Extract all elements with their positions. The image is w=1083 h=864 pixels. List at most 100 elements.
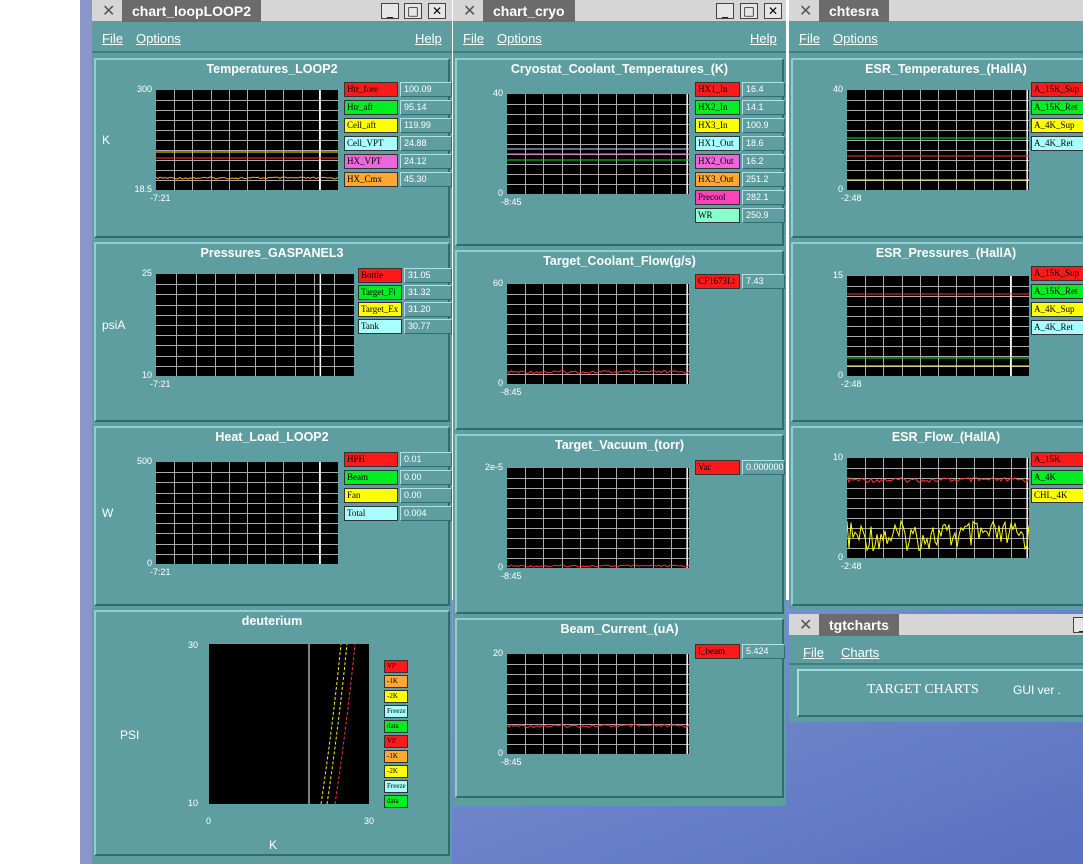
- legend-entry[interactable]: Target_Ex: [358, 302, 402, 317]
- legend-entry[interactable]: CF1673Lt: [695, 274, 740, 289]
- legend-entry[interactable]: HX_Cmx: [344, 172, 398, 187]
- menu-options[interactable]: Options: [833, 31, 878, 46]
- legend-entry[interactable]: data: [384, 720, 408, 733]
- x-logo-icon[interactable]: ✕: [799, 615, 812, 634]
- x-logo-icon[interactable]: ✕: [799, 1, 812, 20]
- legend-entry[interactable]: -1K: [384, 675, 408, 688]
- legend-entry[interactable]: -1K: [384, 750, 408, 763]
- legend-entry[interactable]: data: [384, 795, 408, 808]
- chtesra-titlebar[interactable]: ✕ chtesra: [789, 0, 1083, 22]
- plot-grid: [507, 284, 689, 384]
- plot-area[interactable]: [507, 94, 689, 194]
- menu-file[interactable]: File: [799, 31, 820, 46]
- menu-file[interactable]: File: [803, 645, 824, 660]
- legend-entry[interactable]: HPH: [344, 452, 398, 467]
- maximize-button[interactable]: □: [740, 3, 758, 19]
- legend-entry[interactable]: HX1_In: [695, 82, 740, 97]
- legend-entry[interactable]: Tank: [358, 319, 402, 334]
- legend-entry[interactable]: I_beam: [695, 644, 740, 659]
- legend-entry[interactable]: Total: [344, 506, 398, 521]
- close-button[interactable]: ✕: [428, 3, 446, 19]
- desktop-left-strip: [80, 0, 92, 864]
- legend-entry[interactable]: A_15K: [1031, 452, 1083, 467]
- window-title: chtesra: [819, 0, 889, 22]
- x-axis-label: K: [269, 838, 278, 852]
- legend-entry[interactable]: VP: [384, 735, 408, 748]
- legend-entry[interactable]: Vac: [695, 460, 740, 475]
- legend-entry[interactable]: HX3_Out: [695, 172, 740, 187]
- legend-entry[interactable]: A_15K_Ret: [1031, 100, 1083, 115]
- legend-entry[interactable]: A_4K_Ret: [1031, 136, 1083, 151]
- plot-area[interactable]: [847, 458, 1029, 558]
- legend-entry[interactable]: Cell_aft: [344, 118, 398, 133]
- plot-area[interactable]: [156, 90, 338, 190]
- legend-entry[interactable]: A_4K_Ret: [1031, 320, 1083, 335]
- chart-title: Target_Vacuum_(torr): [555, 438, 684, 452]
- close-button[interactable]: ✕: [764, 3, 782, 19]
- legend-entry[interactable]: A_15K_Sup: [1031, 82, 1083, 97]
- legend-entry[interactable]: -2K: [384, 765, 408, 778]
- legend-entry[interactable]: CHL_4K: [1031, 488, 1083, 503]
- legend-entry[interactable]: A_4K: [1031, 470, 1083, 485]
- menu-help[interactable]: Help: [415, 31, 442, 46]
- legend-entry[interactable]: Bottle: [358, 268, 402, 283]
- legend-entry[interactable]: Htr_fore: [344, 82, 398, 97]
- legend-entry[interactable]: Beam: [344, 470, 398, 485]
- legend-entry[interactable]: -2K: [384, 690, 408, 703]
- chart-panel: ESR_Flow_(HallA) 10 0 -2:48 A_15K A_4K CHL_4K: [791, 426, 1083, 606]
- legend-entry[interactable]: Target_Fi: [358, 285, 402, 300]
- legend-entry[interactable]: HX3_In: [695, 118, 740, 133]
- menu-file[interactable]: File: [463, 31, 484, 46]
- legend-entry[interactable]: VP: [384, 660, 408, 673]
- chart-cryo-titlebar[interactable]: ✕ chart_cryo _ □ ✕: [453, 0, 786, 22]
- plot-area[interactable]: [156, 274, 354, 376]
- menu-help[interactable]: Help: [750, 31, 777, 46]
- legend-entry[interactable]: A_15K_Ret: [1031, 284, 1083, 299]
- menu-options[interactable]: Options: [497, 31, 542, 46]
- legend-entry[interactable]: Cell_VPT: [344, 136, 398, 151]
- x-logo-icon[interactable]: ✕: [463, 1, 476, 20]
- menubar: File Charts: [789, 637, 1083, 665]
- plot-area[interactable]: [209, 644, 369, 804]
- chart-title: Beam_Current_(uA): [560, 622, 679, 636]
- plot-area[interactable]: [847, 90, 1029, 190]
- plot-area[interactable]: [507, 654, 689, 754]
- legend-value: 16.4: [742, 82, 785, 97]
- chart-loop-titlebar[interactable]: ✕ chart_loopLOOP2 _ □ ✕: [92, 0, 452, 22]
- legend-entry[interactable]: HX_VPT: [344, 154, 398, 169]
- legend-entry[interactable]: HX2_In: [695, 100, 740, 115]
- tgtcharts-titlebar[interactable]: ✕ tgtcharts _: [789, 614, 1083, 636]
- x-tick: -8:45: [501, 571, 522, 581]
- x-logo-icon[interactable]: ✕: [102, 1, 115, 20]
- legend-entry[interactable]: Fan: [344, 488, 398, 503]
- legend-entry[interactable]: Freeze: [384, 705, 408, 718]
- x-tick: -2:48: [841, 561, 862, 571]
- x-tick: -7:21: [150, 193, 171, 203]
- menu-options[interactable]: Options: [136, 31, 181, 46]
- plot-area[interactable]: [156, 462, 338, 564]
- maximize-button[interactable]: □: [404, 3, 422, 19]
- minimize-button[interactable]: _: [381, 3, 399, 19]
- legend-entry[interactable]: HX2_Out: [695, 154, 740, 169]
- plot-area[interactable]: [507, 468, 689, 568]
- plot-area[interactable]: [507, 284, 689, 384]
- legend-value: 0.004: [400, 506, 452, 521]
- minimize-button[interactable]: _: [1073, 617, 1083, 633]
- legend-entry[interactable]: HX1_Out: [695, 136, 740, 151]
- menu-charts[interactable]: Charts: [841, 645, 879, 660]
- plot-grid: [847, 90, 1029, 190]
- chart-panel: Beam_Current_(uA) 20 0 -8:45 I_beam 5.424: [455, 618, 785, 798]
- y-min-tick: 0: [837, 370, 843, 380]
- legend-entry[interactable]: Precool: [695, 190, 740, 205]
- plot-area[interactable]: [847, 276, 1029, 376]
- legend-entry[interactable]: A_15K_Sup: [1031, 266, 1083, 281]
- legend-entry[interactable]: A_4K_Sup: [1031, 118, 1083, 133]
- legend-entry[interactable]: Htr_aft: [344, 100, 398, 115]
- legend-entry[interactable]: Freeze: [384, 780, 408, 793]
- minimize-button[interactable]: _: [716, 3, 734, 19]
- legend-entry[interactable]: A_4K_Sup: [1031, 302, 1083, 317]
- x-max-tick: 30: [364, 816, 375, 826]
- plot-grid: [156, 462, 338, 564]
- menu-file[interactable]: File: [102, 31, 123, 46]
- legend-entry[interactable]: WR: [695, 208, 740, 223]
